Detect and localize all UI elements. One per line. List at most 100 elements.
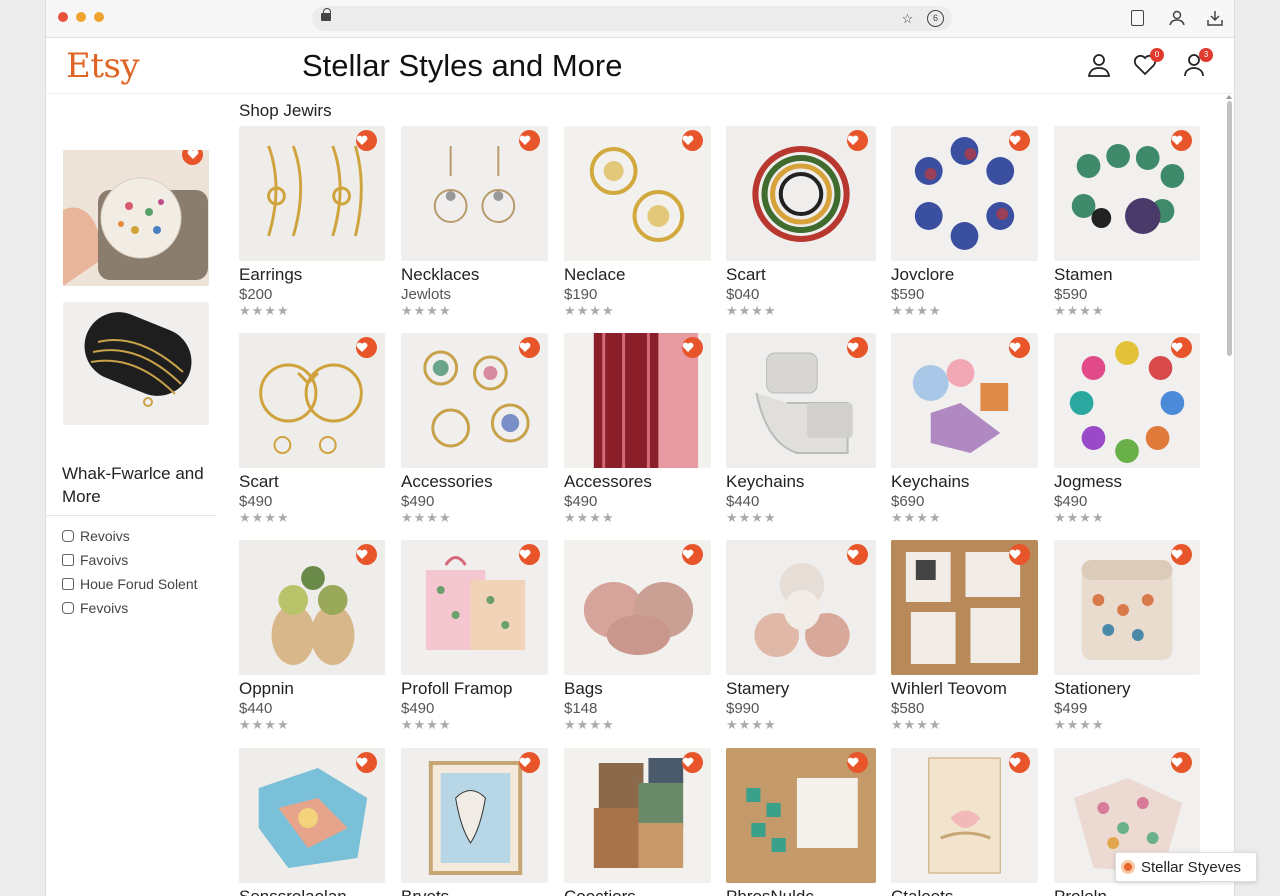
scroll-up-arrow-icon[interactable] [1226, 95, 1232, 99]
product-card[interactable]: Accessores $490 ★★★★ [564, 333, 711, 525]
product-card[interactable]: Accessories $490 ★★★★ [401, 333, 548, 525]
product-card[interactable]: PhrosNuldc [726, 748, 876, 896]
product-card[interactable]: Wihlerl Teovom $580 ★★★★ [891, 540, 1038, 732]
scrollbar-thumb[interactable] [1227, 101, 1232, 356]
product-image[interactable] [726, 748, 876, 883]
product-card[interactable]: Cooctiors [564, 748, 711, 896]
product-image[interactable] [891, 748, 1038, 883]
tab-count-badge[interactable]: 6 [927, 10, 944, 27]
product-name[interactable]: Ctaleets [891, 887, 1038, 896]
favorite-heart-icon[interactable] [1171, 130, 1192, 151]
favorite-heart-icon[interactable] [356, 544, 377, 565]
sidebar-item-revoivs[interactable]: Revoivs [62, 525, 200, 547]
favorite-heart-icon[interactable] [847, 544, 868, 565]
product-card[interactable]: Bags $148 ★★★★ [564, 540, 711, 732]
favorite-heart-icon[interactable] [1171, 544, 1192, 565]
product-name[interactable]: Scart [239, 472, 385, 492]
favorite-heart-icon[interactable] [682, 752, 703, 773]
product-image[interactable] [726, 126, 876, 261]
product-image[interactable] [239, 748, 385, 883]
product-name[interactable]: Necklaces [401, 265, 548, 285]
product-card[interactable]: Oppnin $440 ★★★★ [239, 540, 385, 732]
close-window-button[interactable] [58, 12, 68, 22]
sidebar-item-houe-forud[interactable]: Houe Forud Solent [62, 573, 200, 595]
product-card[interactable]: Jovclore $590 ★★★★ [891, 126, 1038, 318]
product-name[interactable]: Stationery [1054, 679, 1200, 699]
product-image[interactable] [1054, 126, 1200, 261]
product-name[interactable]: Scart [726, 265, 876, 285]
product-image[interactable] [564, 333, 711, 468]
product-image[interactable] [1054, 540, 1200, 675]
product-card[interactable]: Profoll Framop $490 ★★★★ [401, 540, 548, 732]
sidebar-item-fevoivs[interactable]: Fevoivs [62, 597, 200, 619]
product-name[interactable]: Wihlerl Teovom [891, 679, 1038, 699]
product-name[interactable]: Cooctiors [564, 887, 711, 896]
favorite-heart-icon[interactable] [356, 130, 377, 151]
product-image[interactable] [239, 333, 385, 468]
product-card[interactable]: Keychains $440 ★★★★ [726, 333, 876, 525]
favorite-heart-icon[interactable] [1171, 752, 1192, 773]
product-image[interactable] [1054, 333, 1200, 468]
product-name[interactable]: Bags [564, 679, 711, 699]
product-image[interactable] [726, 333, 876, 468]
favorite-heart-icon[interactable] [356, 752, 377, 773]
sidebar-item-favoivs[interactable]: Favoivs [62, 549, 200, 571]
product-name[interactable]: Stamen [1054, 265, 1200, 285]
product-card[interactable]: Neclace $190 ★★★★ [564, 126, 711, 318]
product-card[interactable]: Ctaleets [891, 748, 1038, 896]
product-image[interactable] [401, 333, 548, 468]
product-card[interactable]: Earrings $200 ★★★★ [239, 126, 385, 318]
product-card[interactable]: Stamery $990 ★★★★ [726, 540, 876, 732]
product-name[interactable]: Keychains [891, 472, 1038, 492]
favorite-heart-icon[interactable] [1009, 337, 1030, 358]
product-image[interactable] [564, 126, 711, 261]
product-name[interactable]: Senssrolaolan [239, 887, 385, 896]
minimize-window-button[interactable] [76, 12, 86, 22]
product-image[interactable] [726, 540, 876, 675]
extension-icon[interactable]: ☆ [899, 10, 916, 27]
product-name[interactable]: Accessores [564, 472, 711, 492]
product-card[interactable]: Senssrolaolan [239, 748, 385, 896]
favorite-heart-icon[interactable] [682, 544, 703, 565]
favorite-heart-icon[interactable] [847, 130, 868, 151]
product-image[interactable] [401, 540, 548, 675]
product-name[interactable]: Stamery [726, 679, 876, 699]
product-name[interactable]: Neclace [564, 265, 711, 285]
shop-toast[interactable]: Stellar Styeves [1115, 852, 1257, 882]
reading-list-icon[interactable] [1128, 9, 1146, 27]
product-card[interactable]: Scart $040 ★★★★ [726, 126, 876, 318]
product-name[interactable]: Jogmess [1054, 472, 1200, 492]
product-image[interactable] [239, 126, 385, 261]
scrollbar[interactable] [1225, 95, 1234, 896]
product-image[interactable] [891, 333, 1038, 468]
product-card[interactable]: Scart $490 ★★★★ [239, 333, 385, 525]
product-name[interactable]: Earrings [239, 265, 385, 285]
account-icon[interactable]: 3 [1181, 48, 1213, 78]
product-card[interactable]: Stamen $590 ★★★★ [1054, 126, 1200, 318]
user-icon[interactable] [1086, 52, 1112, 78]
product-name[interactable]: Keychains [726, 472, 876, 492]
featured-product-image-2[interactable] [63, 302, 209, 425]
product-image[interactable] [564, 540, 711, 675]
product-image[interactable] [401, 748, 548, 883]
favorite-heart-icon[interactable] [519, 337, 540, 358]
product-name[interactable]: Accessories [401, 472, 548, 492]
product-name[interactable]: Brvets [401, 887, 548, 896]
product-image[interactable] [891, 540, 1038, 675]
favorite-heart-icon[interactable] [682, 130, 703, 151]
favorites-icon[interactable]: 0 [1132, 48, 1164, 78]
featured-product-image-1[interactable] [63, 150, 209, 286]
product-card[interactable]: Stationery $499 ★★★★ [1054, 540, 1200, 732]
favorite-heart-icon[interactable] [356, 337, 377, 358]
favorite-heart-icon[interactable] [519, 752, 540, 773]
favorite-heart-icon[interactable] [1171, 337, 1192, 358]
product-name[interactable]: Proleln [1054, 887, 1200, 896]
product-card[interactable]: Brvets [401, 748, 548, 896]
product-name[interactable]: Profoll Framop [401, 679, 548, 699]
product-card[interactable]: Keychains $690 ★★★★ [891, 333, 1038, 525]
product-card[interactable]: Jogmess $490 ★★★★ [1054, 333, 1200, 525]
product-name[interactable]: PhrosNuldc [726, 887, 876, 896]
favorite-heart-icon[interactable] [1009, 544, 1030, 565]
product-name[interactable]: Oppnin [239, 679, 385, 699]
maximize-window-button[interactable] [94, 12, 104, 22]
